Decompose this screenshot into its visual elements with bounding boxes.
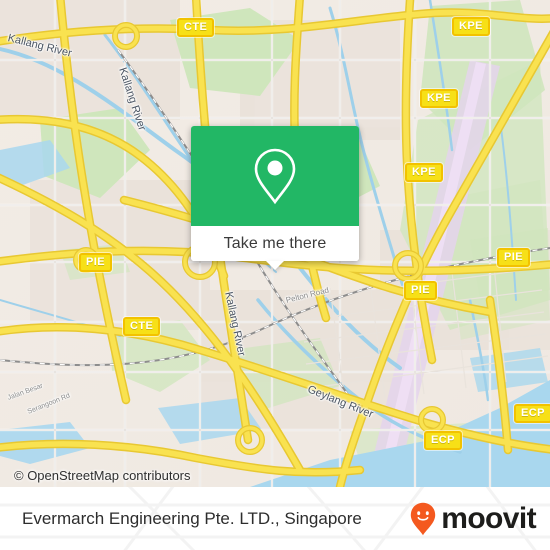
highway-shield: PIE bbox=[404, 281, 437, 300]
highway-shield: PIE bbox=[79, 253, 112, 272]
moovit-logo[interactable]: moovit bbox=[410, 487, 536, 550]
take-me-there-button[interactable]: Take me there bbox=[191, 226, 359, 261]
footer-bar: Evermarch Engineering Pte. LTD., Singapo… bbox=[0, 487, 550, 550]
moovit-wordmark: moovit bbox=[441, 504, 536, 534]
highway-shield: ECP bbox=[424, 431, 462, 450]
page-title: Evermarch Engineering Pte. LTD., Singapo… bbox=[22, 487, 362, 550]
highway-shield: CTE bbox=[177, 18, 214, 37]
take-me-there-label: Take me there bbox=[224, 235, 327, 253]
highway-shield: ECP bbox=[514, 404, 550, 423]
map-viewport[interactable]: Kallang RiverKallang RiverKallang RiverG… bbox=[0, 0, 550, 487]
highway-shield: KPE bbox=[452, 17, 490, 36]
popup-header bbox=[191, 126, 359, 226]
moovit-smiley-pin-icon bbox=[410, 502, 436, 536]
highway-shield: CTE bbox=[123, 317, 160, 336]
map-pin-icon bbox=[252, 147, 298, 205]
popup-tail bbox=[266, 261, 284, 270]
location-popup-card[interactable]: Take me there bbox=[191, 126, 359, 261]
highway-shield: KPE bbox=[405, 163, 443, 182]
osm-attribution[interactable]: © OpenStreetMap contributors bbox=[14, 468, 191, 483]
highway-shield: PIE bbox=[497, 248, 530, 267]
highway-shield: KPE bbox=[420, 89, 458, 108]
map-screenshot: Kallang RiverKallang RiverKallang RiverG… bbox=[0, 0, 550, 550]
